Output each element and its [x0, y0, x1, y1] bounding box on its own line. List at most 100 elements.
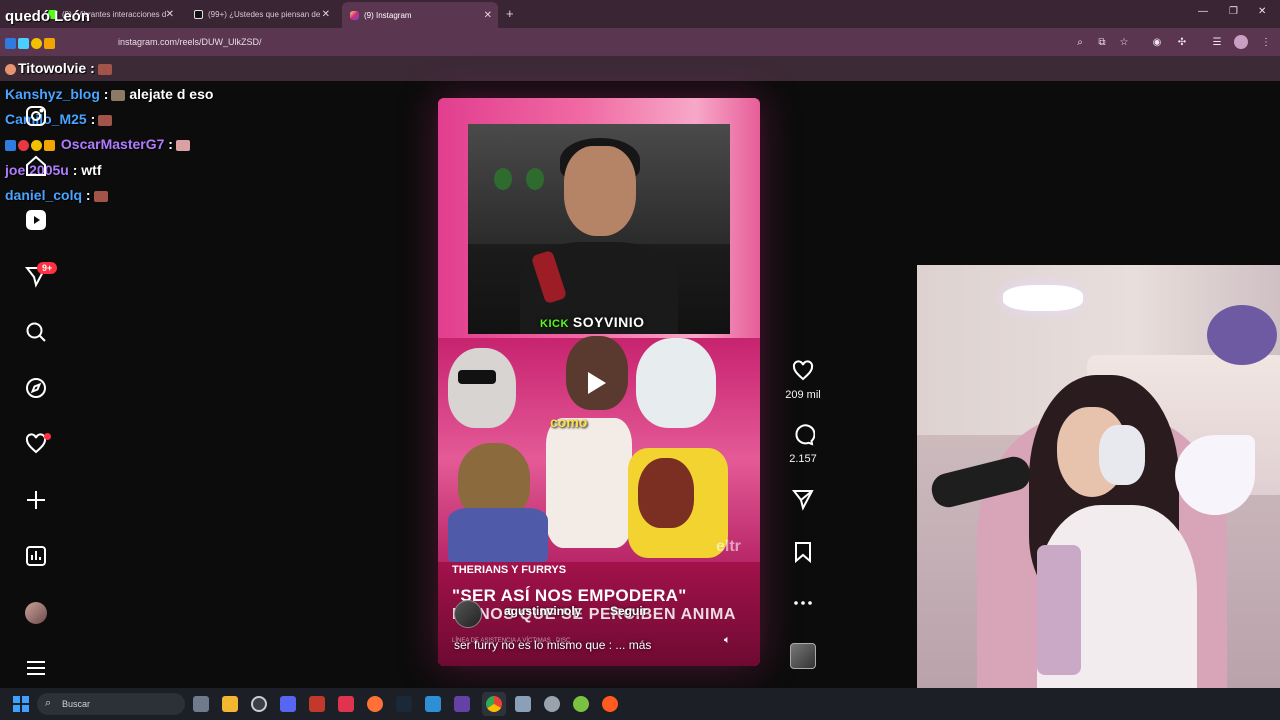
sunglasses — [458, 370, 496, 384]
stream-label: KICK SOYVINIO — [540, 314, 645, 330]
settings-icon[interactable] — [544, 696, 560, 712]
play-icon[interactable] — [588, 372, 606, 394]
streamer-cam: KICK SOYVINIO — [468, 124, 730, 334]
screen: (9) ¡Vibrantes interacciones d ✕ (99+) ¿… — [0, 0, 1280, 720]
reading-list-icon[interactable]: ☰ — [1210, 35, 1224, 49]
badge-icon — [44, 37, 55, 49]
badge-icon — [44, 139, 55, 151]
badge-icon — [18, 139, 29, 151]
app-icon[interactable] — [573, 696, 589, 712]
app-icon[interactable] — [251, 696, 267, 712]
volume-icon[interactable]: 🔈︎ — [724, 634, 731, 647]
app-icon[interactable] — [338, 696, 354, 712]
tumbler-cup — [1037, 545, 1081, 675]
steam-icon[interactable] — [396, 696, 412, 712]
app-icon[interactable] — [454, 696, 470, 712]
subtitle-word: como — [550, 414, 588, 430]
app-icon[interactable] — [602, 696, 618, 712]
follow-button[interactable]: Seguir — [610, 604, 647, 618]
reel-caption[interactable]: ser furry no es lo mismo que : ... más — [454, 638, 651, 652]
maximize-icon[interactable]: ❐ — [1229, 6, 1238, 17]
author-avatar[interactable] — [454, 600, 482, 628]
reels-icon[interactable] — [22, 206, 50, 234]
puzzle-icon[interactable]: ✣ — [1175, 35, 1189, 49]
emote-icon — [97, 63, 112, 75]
badge-icon — [31, 37, 42, 49]
reel-video[interactable]: KICK SOYVINIO como eltr THERIANS Y FURRYS… — [438, 98, 760, 666]
like-icon[interactable] — [789, 357, 817, 385]
lower-third-headline: "SER ASÍ NOS EMPODERA" — [452, 586, 687, 605]
notifications-badge: 9+ — [37, 262, 58, 274]
watermark-text: eltr — [716, 538, 741, 555]
browser-tab-3[interactable]: (9) Instagram ✕ — [342, 2, 498, 28]
profile-avatar[interactable] — [25, 602, 47, 624]
badge-icon — [5, 63, 16, 75]
url-field[interactable]: instagram.com/reels/DUW_UlkZSD/ — [118, 37, 262, 47]
angel-wing — [1175, 435, 1255, 515]
discord-icon[interactable] — [280, 696, 296, 712]
windows-start-icon[interactable] — [13, 696, 29, 712]
menu-icon[interactable] — [22, 654, 50, 682]
app-icon[interactable] — [425, 696, 441, 712]
browser-tab-2[interactable]: (99+) ¿Ustedes que piensan de ✕ — [186, 4, 336, 24]
chat-message: daniel_colq : — [5, 187, 108, 203]
file-explorer-icon[interactable] — [222, 696, 238, 712]
neon-sign — [1003, 285, 1083, 311]
firefox-icon[interactable] — [367, 696, 383, 712]
taskbar-search[interactable] — [37, 693, 185, 715]
close-tab-icon[interactable]: ✕ — [322, 9, 330, 20]
new-tab-button[interactable]: + — [506, 6, 514, 21]
badge-icon — [31, 139, 42, 151]
chat-badges — [5, 34, 57, 50]
headphones — [1099, 425, 1145, 485]
author-name[interactable]: agustinvinoly — [504, 604, 581, 618]
close-tab-icon[interactable]: ✕ — [166, 9, 174, 20]
comment-count: 2.157 — [789, 453, 817, 465]
bookmark-star-icon[interactable]: ☆ — [1117, 35, 1131, 49]
save-icon[interactable] — [789, 538, 817, 566]
chrome-icon[interactable] — [486, 696, 502, 712]
share-icon[interactable] — [789, 485, 817, 513]
badge-icon — [18, 37, 29, 49]
app-icon[interactable] — [515, 696, 531, 712]
emote-icon — [98, 114, 113, 126]
install-app-icon[interactable]: ⧉ — [1095, 35, 1109, 49]
instagram-favicon-icon — [350, 10, 359, 20]
dashboard-icon[interactable] — [22, 542, 50, 570]
plant-decoration — [494, 168, 512, 190]
audio-thumbnail[interactable] — [790, 643, 816, 669]
more-options-icon[interactable] — [789, 589, 817, 617]
minimize-icon[interactable]: — — [1198, 6, 1208, 17]
instagram-icon[interactable] — [22, 102, 50, 130]
chat-message: Titowolvie : — [5, 60, 112, 76]
app-icon[interactable] — [309, 696, 325, 712]
home-icon[interactable] — [22, 152, 50, 180]
bookmarks-bar — [0, 56, 1280, 81]
plant-decoration — [526, 168, 544, 190]
notification-dot — [44, 433, 51, 440]
more-menu-icon[interactable]: ⋮ — [1259, 35, 1273, 49]
like-count: 209 mil — [785, 389, 821, 401]
profile-icon[interactable] — [1234, 35, 1248, 49]
comment-icon[interactable] — [789, 421, 817, 449]
streamer-webcam — [917, 265, 1280, 720]
task-view-icon[interactable] — [193, 696, 209, 712]
plush-toy — [1207, 305, 1277, 365]
emote-icon — [175, 139, 190, 151]
search-icon: ⌕ — [45, 697, 52, 709]
emote-icon — [111, 89, 126, 101]
zoom-icon[interactable]: ⌕ — [1073, 35, 1087, 49]
emote-icon — [93, 190, 108, 202]
tiktok-favicon-icon — [194, 9, 203, 19]
lower-third-subheadline: MANOS QUE SE PERCIBEN ANIMA — [452, 606, 737, 623]
search-icon[interactable] — [22, 318, 50, 346]
close-tab-icon[interactable]: ✕ — [484, 10, 492, 21]
taskbar-search-placeholder: Buscar — [62, 699, 91, 709]
chat-overlay-top: quedó León — [5, 8, 90, 25]
extension-icon[interactable]: ◉ — [1150, 35, 1164, 49]
close-window-icon[interactable]: ✕ — [1258, 6, 1266, 17]
create-icon[interactable] — [22, 486, 50, 514]
explore-icon[interactable] — [22, 374, 50, 402]
tab-label: (9) Instagram — [364, 10, 412, 20]
badge-icon — [5, 139, 16, 151]
